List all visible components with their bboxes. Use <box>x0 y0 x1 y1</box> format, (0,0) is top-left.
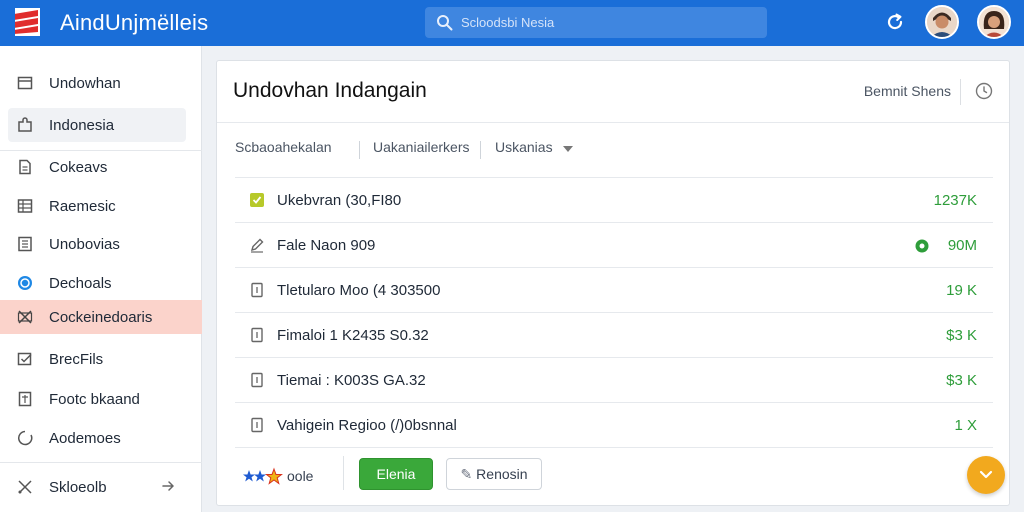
sidebar-item-indonesia[interactable]: Indonesia <box>8 108 186 142</box>
circle-icon <box>18 430 33 446</box>
checkbox-icon <box>17 352 32 366</box>
sidebar-item-cokeavs[interactable]: Cokeavs <box>8 150 186 184</box>
list-item-value: 1237K <box>933 192 977 209</box>
filter-divider <box>480 141 481 159</box>
card-footer: oole Elenia ✎ Renosin <box>235 447 1005 501</box>
list-item[interactable]: Ukebvran (30,FI80 1237K <box>235 177 993 222</box>
pencil-icon: ✎ <box>460 465 473 482</box>
list-item-label: Tiemai : K003S GA.32 <box>277 372 426 389</box>
list-item-value: 1 X <box>954 417 977 434</box>
scissors-icon <box>17 310 33 324</box>
status-dot-icon <box>915 239 929 253</box>
sidebar-item-label: Indonesia <box>49 117 115 134</box>
page-icon <box>251 417 263 433</box>
sidebar-item-brecfils[interactable]: BrecFils <box>8 342 186 376</box>
stars-icon[interactable] <box>243 466 283 486</box>
top-bar: AindUnjmëlleis <box>0 0 1024 46</box>
filter-tab[interactable]: Uakaniailerkers <box>373 139 469 155</box>
sidebar-divider <box>0 462 202 463</box>
filter-dropdown[interactable]: Uskanias <box>495 139 553 155</box>
header-action-link[interactable]: Bemnit Shens <box>864 83 951 99</box>
app-brand[interactable]: AindUnjmëlleis <box>60 10 208 36</box>
list-item-value: $3 K <box>946 372 977 389</box>
sidebar-item-footc-bkaand[interactable]: Footc bkaand <box>8 382 186 416</box>
list-item[interactable]: Tletularo Moo (4 303500 19 K <box>235 267 993 312</box>
chevron-right-icon[interactable] <box>160 478 176 494</box>
refresh-icon[interactable] <box>884 11 906 33</box>
page-icon <box>251 327 263 343</box>
sidebar-item-label: Aodemoes <box>49 430 121 447</box>
edit-button[interactable]: ✎ Renosin <box>446 458 542 490</box>
list-icon <box>18 236 32 252</box>
list-item-value: 90M <box>947 237 977 254</box>
globe-icon <box>18 276 32 290</box>
sidebar-item-label: Footc bkaand <box>49 391 140 408</box>
avatar[interactable] <box>977 5 1011 39</box>
sidebar-item-undowhan[interactable]: Undowhan <box>8 66 186 100</box>
flag-logo-icon[interactable] <box>12 8 40 36</box>
list-item[interactable]: Fimaloi 1 K2435 S0.32 $3 K <box>235 312 993 357</box>
main-card: Undovhan Indangain Bemnit Shens Scbaoahe… <box>216 60 1010 506</box>
avatar[interactable] <box>925 5 959 39</box>
header-divider <box>960 79 961 105</box>
rating-label: oole <box>287 468 314 484</box>
search-icon <box>437 15 453 31</box>
share-icon <box>18 480 32 494</box>
sidebar: Undowhan Indonesia Cokeavs Raemesic Unob… <box>0 46 202 512</box>
filter-divider <box>359 141 360 159</box>
page-icon <box>251 282 263 298</box>
sidebar-item-label: Cockeinedoaris <box>49 309 153 326</box>
card-header: Undovhan Indangain Bemnit Shens <box>217 61 1009 123</box>
floating-action-button[interactable] <box>967 456 1005 494</box>
page-title: Undovhan Indangain <box>233 79 427 102</box>
primary-button[interactable]: Elenia <box>359 458 433 490</box>
sidebar-item-label: Cokeavs <box>49 159 108 176</box>
list-item-label: Fimaloi 1 K2435 S0.32 <box>277 327 429 344</box>
filter-tab[interactable]: Scbaoahekalan <box>235 139 332 155</box>
sidebar-item-raemesic[interactable]: Raemesic <box>8 189 186 223</box>
edit-button-label: Renosin <box>476 465 528 482</box>
list-item[interactable]: Vahigein Regioo (/)0bsnnal 1 X <box>235 402 993 447</box>
puzzle-icon <box>18 117 32 132</box>
file-icon <box>18 391 32 407</box>
search-box[interactable] <box>425 7 767 38</box>
sidebar-item-label: Undowhan <box>49 75 121 92</box>
footer-divider <box>343 456 344 490</box>
sidebar-item-label: Unobovias <box>49 236 120 253</box>
sidebar-item-unobovias[interactable]: Unobovias <box>8 227 186 261</box>
sidebar-item-label: BrecFils <box>49 351 104 368</box>
sidebar-item-label: Raemesic <box>49 198 116 215</box>
check-square-icon <box>250 193 264 207</box>
search-input[interactable] <box>461 7 751 38</box>
list-item[interactable]: Tiemai : K003S GA.32 $3 K <box>235 357 993 402</box>
caret-down-icon[interactable] <box>563 145 573 153</box>
list-item-label: Vahigein Regioo (/)0bsnnal <box>277 417 457 434</box>
list-item-label: Ukebvran (30,FI80 <box>277 192 402 209</box>
window-icon <box>17 76 33 90</box>
table-icon <box>17 199 33 213</box>
sidebar-item-aodemoes[interactable]: Aodemoes <box>8 421 186 455</box>
sidebar-item-cockeinedoaris[interactable]: Cockeinedoaris <box>0 300 202 334</box>
sidebar-item-label: Dechoals <box>49 275 112 292</box>
list-item-label: Tletularo Moo (4 303500 <box>277 282 441 299</box>
edit-icon <box>250 238 264 253</box>
sidebar-item-dechoals[interactable]: Dechoals <box>8 266 186 300</box>
page-icon <box>251 372 263 388</box>
list-item-value: $3 K <box>946 327 977 344</box>
list-item[interactable]: Fale Naon 909 90M <box>235 222 993 267</box>
sidebar-item-label: Skloeolb <box>49 479 107 496</box>
list-item-value: 19 K <box>946 282 977 299</box>
list-item-label: Fale Naon 909 <box>277 237 376 254</box>
sidebar-item-skloeolb[interactable]: Skloeolb <box>8 470 186 504</box>
document-icon <box>19 159 31 175</box>
clock-icon[interactable] <box>975 82 993 100</box>
chevron-down-icon <box>979 470 993 479</box>
